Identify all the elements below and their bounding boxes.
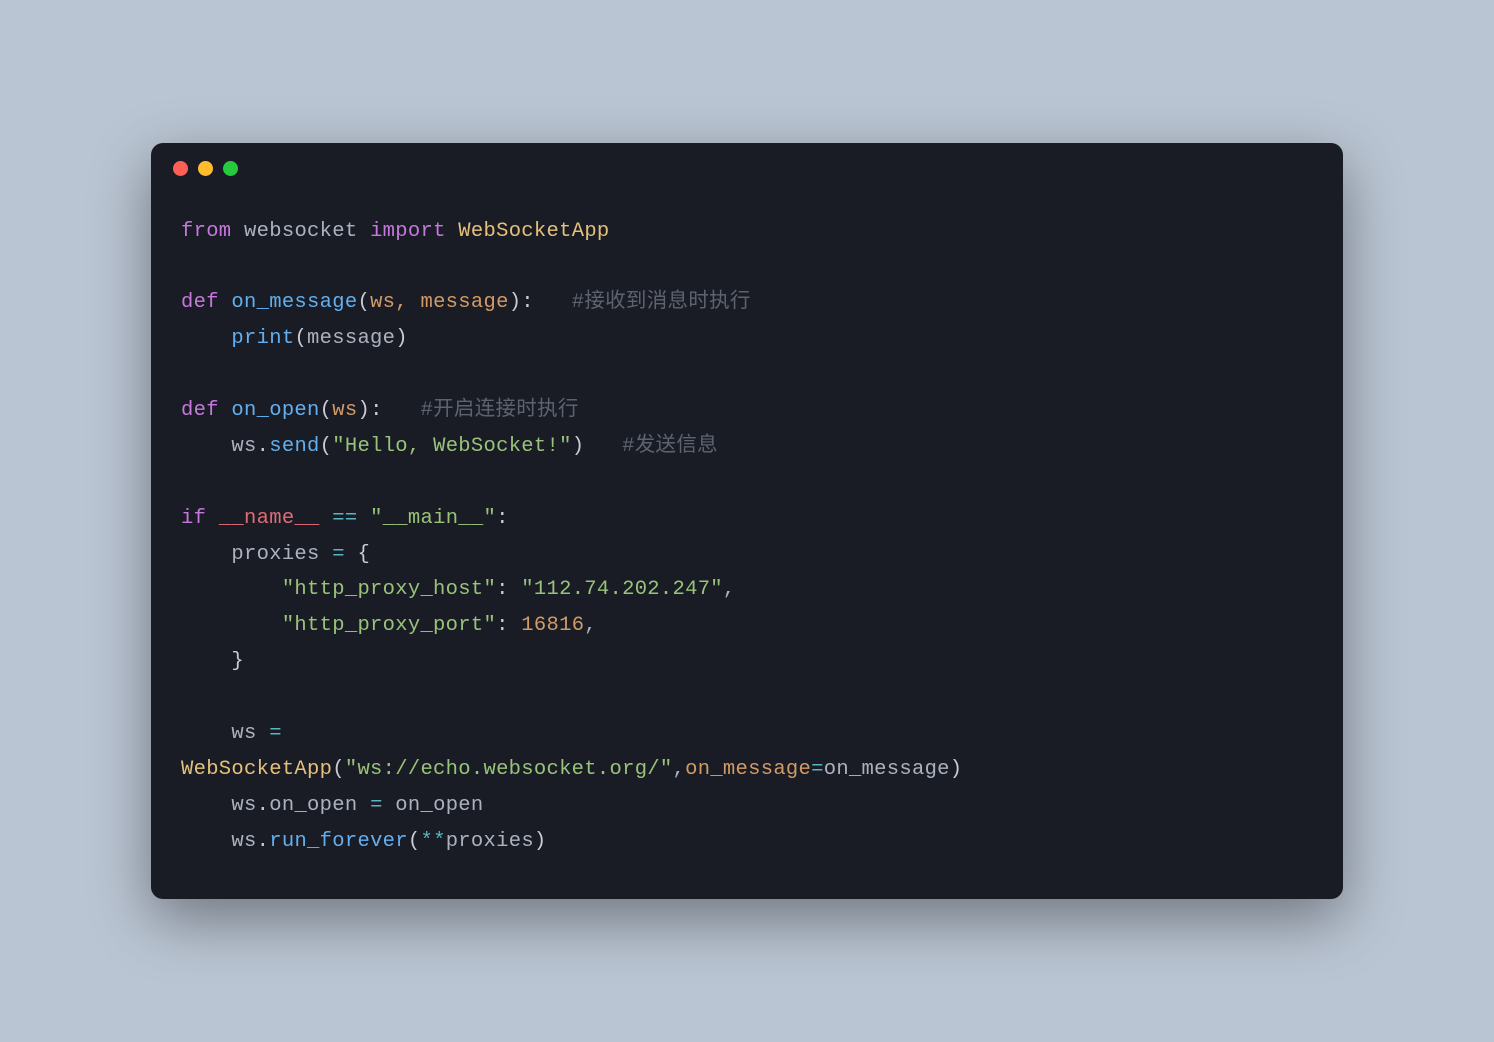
params: ws, message [370,291,509,314]
paren-close: ) [572,435,585,458]
params: ws [332,399,357,422]
paren-open: ( [320,399,333,422]
obj: ws [231,794,256,817]
keyword-from: from [181,220,231,243]
value: on_open [395,794,483,817]
comma: , [673,758,686,781]
colon: : [496,614,509,637]
kwarg-value: on_message [824,758,950,781]
dot: . [257,794,270,817]
kwarg-name: on_message [685,758,811,781]
dot: . [257,830,270,853]
keyword-def: def [181,399,219,422]
dict-key: "http_proxy_host" [282,578,496,601]
operator: = [332,543,345,566]
string-literal: "Hello, WebSocket!" [332,435,571,458]
paren-open: ( [332,758,345,781]
string-literal: "ws://echo.websocket.org/" [345,758,673,781]
brace-open: { [357,543,370,566]
class-call: WebSocketApp [181,758,332,781]
magic-var: __name__ [219,507,320,530]
obj: ws [231,435,256,458]
dot: . [257,435,270,458]
module-name: websocket [244,220,357,243]
close-icon[interactable] [173,161,188,176]
variable: ws [231,722,256,745]
function-call: print [231,327,294,350]
method-call: run_forever [269,830,408,853]
dict-key: "http_proxy_port" [282,614,496,637]
paren-close: ) [357,399,370,422]
brace-close: } [231,650,244,673]
paren-open: ( [320,435,333,458]
function-name: on_open [231,399,319,422]
paren-close: ) [950,758,963,781]
colon: : [370,399,383,422]
comment: #开启连接时执行 [421,399,579,422]
star-operator: ** [420,830,445,853]
attr: on_open [269,794,357,817]
arg: message [307,327,395,350]
code-window: from websocket import WebSocketApp def o… [151,143,1343,900]
class-name: WebSocketApp [458,220,609,243]
operator: == [332,507,357,530]
variable: proxies [231,543,319,566]
paren-open: ( [408,830,421,853]
function-name: on_message [231,291,357,314]
colon: : [496,507,509,530]
comment: #接收到消息时执行 [572,291,751,314]
string-literal: "__main__" [370,507,496,530]
paren-close: ) [395,327,408,350]
maximize-icon[interactable] [223,161,238,176]
keyword-def: def [181,291,219,314]
operator: = [370,794,383,817]
paren-open: ( [357,291,370,314]
operator: = [811,758,824,781]
method-call: send [269,435,319,458]
colon: : [521,291,534,314]
paren-open: ( [294,327,307,350]
minimize-icon[interactable] [198,161,213,176]
keyword-if: if [181,507,206,530]
code-editor[interactable]: from websocket import WebSocketApp def o… [151,194,1343,900]
keyword-import: import [370,220,446,243]
window-titlebar [151,143,1343,194]
arg: proxies [446,830,534,853]
obj: ws [231,830,256,853]
paren-close: ) [534,830,547,853]
comma: , [584,614,597,637]
colon: : [496,578,509,601]
comma: , [723,578,736,601]
paren-close: ) [509,291,522,314]
number-literal: 16816 [521,614,584,637]
dict-value: "112.74.202.247" [521,578,723,601]
operator: = [269,722,282,745]
comment: #发送信息 [622,435,718,458]
